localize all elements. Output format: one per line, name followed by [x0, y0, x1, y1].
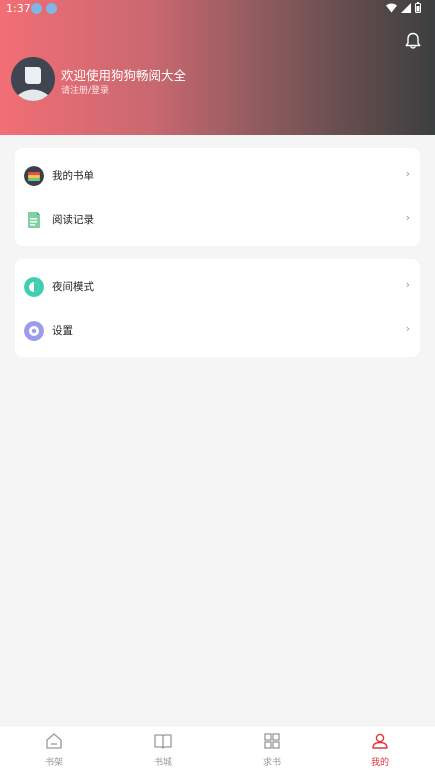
menu-item-label: 我的书单: [52, 170, 94, 182]
book-store-icon: [154, 734, 172, 749]
signal-icon: [401, 2, 411, 13]
menu-item-reading-history[interactable]: 阅读记录 ›: [15, 198, 420, 242]
login-link[interactable]: 请注册/登录: [61, 83, 109, 96]
chevron-right-icon: ›: [405, 167, 410, 180]
settings-icon: [24, 321, 44, 341]
tab-label: 求书: [262, 758, 281, 768]
welcome-text: 欢迎使用狗狗畅阅大全: [61, 68, 187, 83]
status-bar: 1:37: [0, 0, 435, 18]
night-mode-icon: [24, 277, 44, 297]
notification-bell-icon[interactable]: [403, 31, 423, 51]
bottom-tab-bar: 书架 书城 求书 我的: [0, 725, 435, 773]
tab-bookshelf[interactable]: 书架: [24, 726, 84, 773]
menu-card-1: 我的书单 › 阅读记录 ›: [15, 148, 420, 246]
chevron-right-icon: ›: [405, 211, 410, 224]
menu-item-settings[interactable]: 设置 ›: [15, 309, 420, 353]
menu-item-label: 设置: [52, 325, 73, 337]
profile-icon: [372, 733, 388, 749]
menu-item-book-list[interactable]: 我的书单 ›: [15, 154, 420, 198]
chevron-right-icon: ›: [405, 278, 410, 291]
bookshelf-icon: [46, 733, 62, 749]
avatar[interactable]: [11, 57, 55, 101]
menu-card-2: 夜间模式 › 设置 ›: [15, 259, 420, 357]
status-time: 1:37: [6, 2, 31, 15]
notification-icon: [31, 3, 42, 14]
menu-item-label: 阅读记录: [52, 214, 94, 226]
menu-item-label: 夜间模式: [52, 281, 94, 293]
tab-label: 书城: [153, 758, 172, 768]
reading-history-icon: [24, 210, 44, 230]
wifi-icon: [386, 3, 397, 12]
request-book-icon: [264, 733, 280, 749]
book-list-icon: [24, 166, 44, 186]
menu-item-night-mode[interactable]: 夜间模式 ›: [15, 265, 420, 309]
battery-icon: [415, 2, 421, 13]
avatar-placeholder-icon: [11, 57, 55, 101]
tab-label: 书架: [44, 758, 63, 768]
tab-book-store[interactable]: 书城: [133, 726, 193, 773]
tab-label: 我的: [370, 758, 389, 768]
notification-icon: [46, 3, 57, 14]
tab-profile[interactable]: 我的: [350, 726, 410, 773]
chevron-right-icon: ›: [405, 322, 410, 335]
tab-request-book[interactable]: 求书: [242, 726, 302, 773]
profile-header: 1:37 欢迎使用狗狗畅阅大全 请注册/登录: [0, 0, 435, 135]
